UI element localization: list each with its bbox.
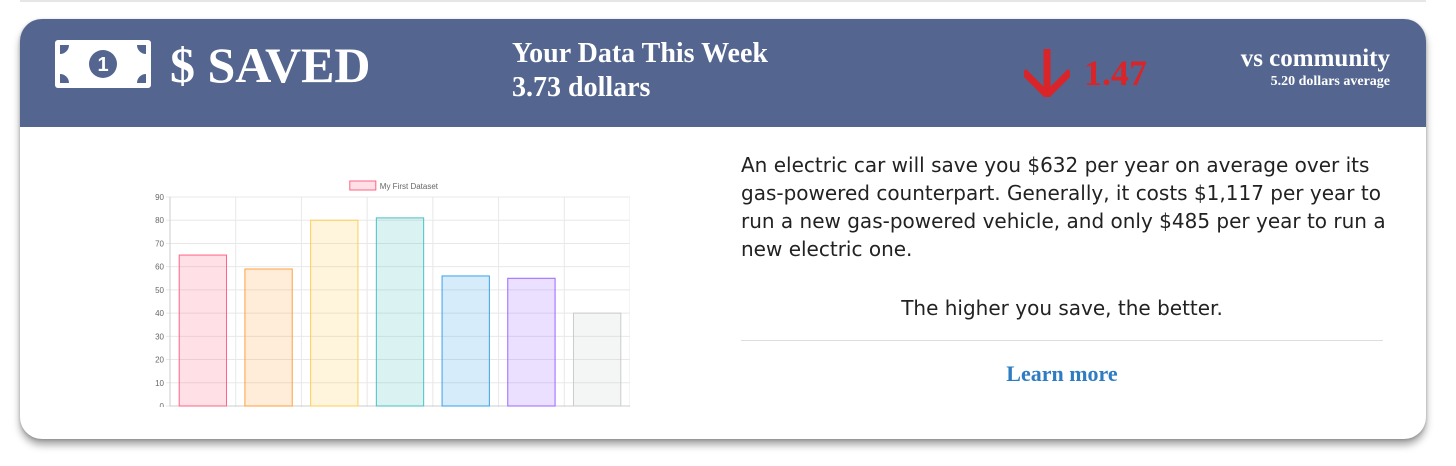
bar	[310, 219, 359, 407]
divider	[741, 340, 1383, 341]
bar	[441, 275, 490, 407]
bar-chart-svg: 0102030405060708090JanuaryFebruaryMarchA…	[155, 180, 630, 407]
bar	[375, 217, 425, 407]
savings-delta: 1.47	[1084, 53, 1147, 93]
y-tick-label: 20	[155, 356, 164, 365]
y-tick-label: 70	[155, 239, 164, 248]
y-tick-label: 10	[155, 379, 164, 388]
vs-community-title: vs community	[1240, 45, 1390, 72]
svg-text:1: 1	[97, 54, 108, 76]
card-header: 1 $ SAVED Your Data This Week 3.73 dolla…	[20, 19, 1426, 127]
y-tick-label: 0	[160, 402, 165, 407]
bar	[244, 268, 293, 407]
top-divider	[20, 0, 1426, 2]
week-title: Your Data This Week	[512, 38, 768, 69]
bar	[178, 254, 228, 407]
page-title: $ SAVED	[170, 37, 371, 93]
community-comparison: vs community 5.20 dollars average	[1241, 45, 1390, 91]
bar	[507, 277, 556, 407]
arrow-down-icon	[1024, 49, 1070, 97]
legend-swatch	[349, 180, 377, 191]
y-tick-label: 40	[155, 309, 164, 318]
weekly-summary: Your Data This Week 3.73 dollars	[512, 37, 768, 105]
week-value: 3.73 dollars	[512, 72, 651, 103]
money-bill-icon: 1	[55, 40, 151, 88]
learn-more-link[interactable]: Learn more	[741, 360, 1383, 388]
savings-description: An electric car will save you $632 per y…	[741, 153, 1386, 261]
y-tick-label: 60	[155, 263, 164, 272]
y-tick-label: 90	[155, 193, 164, 202]
y-tick-label: 30	[155, 332, 164, 341]
legend-label: My First Dataset	[380, 182, 439, 191]
savings-card: 1 $ SAVED Your Data This Week 3.73 dolla…	[20, 19, 1426, 439]
y-tick-label: 50	[155, 286, 164, 295]
monthly-bar-chart: 0102030405060708090JanuaryFebruaryMarchA…	[130, 157, 630, 407]
y-tick-label: 80	[155, 216, 164, 225]
community-average: 5.20 dollars average	[1270, 74, 1390, 89]
bar	[572, 312, 622, 407]
tagline: The higher you save, the better.	[901, 296, 1223, 320]
